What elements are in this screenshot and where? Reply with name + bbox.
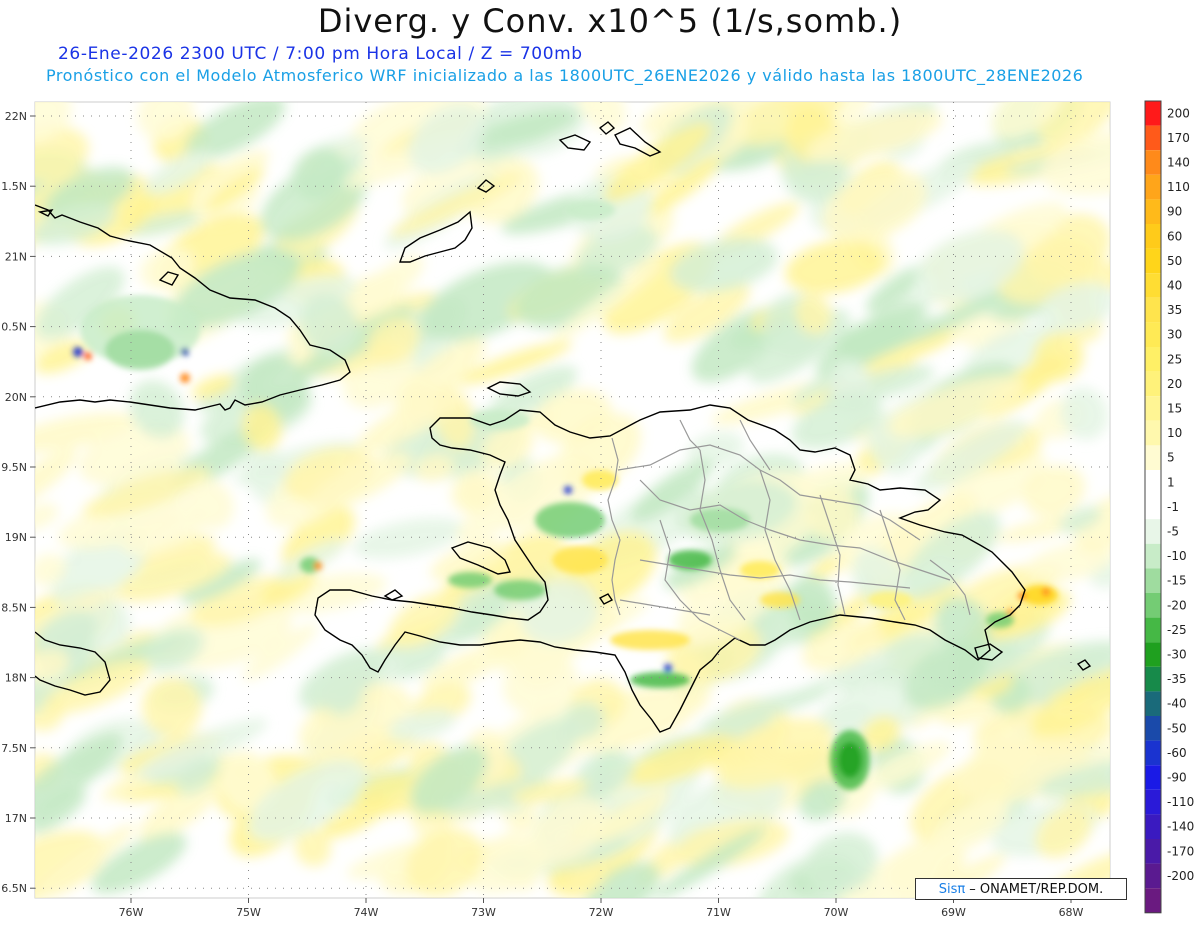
- legend-swatch: [1145, 371, 1161, 397]
- lon-label: 75W: [236, 906, 261, 919]
- legend-label: 35: [1167, 303, 1182, 317]
- legend-label: 50: [1167, 254, 1182, 268]
- legend-label: 60: [1167, 229, 1182, 243]
- legend-label: 20: [1167, 377, 1182, 391]
- legend-label: -140: [1167, 820, 1194, 834]
- legend-label: 90: [1167, 205, 1182, 219]
- legend-swatch: [1145, 322, 1161, 347]
- divergence-map: 22N 1.5N 21N 0.5N 20N 9.5N 19N 8.5N 18N 7.5N 17N 6.…: [1, 100, 1194, 919]
- legend-label: -35: [1167, 672, 1187, 686]
- legend-label: 10: [1167, 426, 1182, 440]
- legend-swatch: [1145, 740, 1161, 766]
- legend-label: -25: [1167, 623, 1187, 637]
- legend-label: -10: [1167, 549, 1187, 563]
- legend-swatch: [1145, 666, 1161, 692]
- legend-swatch: [1145, 789, 1161, 815]
- lat-label: 22N: [5, 110, 27, 123]
- lat-label: 0.5N: [1, 321, 27, 334]
- legend-swatch: [1145, 839, 1161, 864]
- lat-label: 18N: [5, 672, 27, 685]
- lat-label: 21N: [5, 250, 27, 263]
- legend-swatch: [1145, 765, 1161, 790]
- legend-label: 170: [1167, 131, 1190, 145]
- legend-swatch: [1145, 863, 1161, 889]
- legend-swatch: [1145, 199, 1161, 224]
- field-shading: [35, 102, 1110, 898]
- legend-label: -40: [1167, 697, 1187, 711]
- latitude-labels: 22N 1.5N 21N 0.5N 20N 9.5N 19N 8.5N 18N 7.5N 17N 6.…: [1, 110, 27, 895]
- sispi-logo: Sisπ: [938, 881, 966, 897]
- legend-label: -200: [1167, 869, 1194, 883]
- legend-swatch: [1145, 150, 1161, 175]
- legend-label: 25: [1167, 352, 1182, 366]
- legend-label: -15: [1167, 574, 1187, 588]
- lat-label: 19N: [5, 531, 27, 544]
- legend-swatch: [1145, 101, 1161, 126]
- legend-label: 110: [1167, 180, 1190, 194]
- lat-label: 7.5N: [1, 742, 27, 755]
- color-legend: 200 170 140 110 90 60 50 40 35 30 25 20 15 10 5 1 -1 -5 -1…: [1144, 100, 1194, 914]
- legend-label: 140: [1167, 156, 1190, 170]
- legend-swatch: [1145, 519, 1161, 544]
- legend-label: -170: [1167, 844, 1194, 858]
- legend-swatch: [1145, 617, 1161, 643]
- legend-swatch: [1145, 445, 1161, 470]
- legend-label: -1: [1167, 500, 1179, 514]
- legend-swatch: [1145, 593, 1161, 618]
- legend-swatch: [1145, 224, 1161, 249]
- legend-label: 40: [1167, 279, 1182, 293]
- legend-swatch: [1145, 888, 1161, 913]
- lon-label: 71W: [706, 906, 731, 919]
- legend-label: -20: [1167, 598, 1187, 612]
- legend-label: -90: [1167, 771, 1187, 785]
- credit-text: – ONAMET/REP.DOM.: [969, 881, 1104, 897]
- legend-label: -110: [1167, 795, 1194, 809]
- legend-swatch: [1145, 470, 1161, 495]
- legend-label: 30: [1167, 328, 1182, 342]
- legend-label: -5: [1167, 525, 1179, 539]
- lon-label: 76W: [119, 906, 144, 919]
- lon-label: 73W: [471, 906, 496, 919]
- legend-swatch: [1145, 248, 1161, 274]
- legend-label: 200: [1167, 106, 1190, 120]
- legend-label: 5: [1167, 451, 1175, 465]
- lat-label: 1.5N: [1, 180, 27, 193]
- lon-label: 74W: [354, 906, 379, 919]
- legend-label: -30: [1167, 648, 1187, 662]
- lon-label: 69W: [941, 906, 966, 919]
- credit-box: Sisπ – ONAMET/REP.DOM.: [915, 878, 1127, 900]
- legend-swatch: [1145, 814, 1161, 839]
- legend-swatch: [1145, 716, 1161, 741]
- legend-swatch: [1145, 543, 1161, 569]
- lat-label: 17N: [5, 812, 27, 825]
- legend-swatch: [1145, 273, 1161, 298]
- lat-label: 20N: [5, 391, 27, 404]
- lon-label: 70W: [824, 906, 849, 919]
- lat-label: 9.5N: [1, 461, 27, 474]
- lat-label: 6.5N: [1, 882, 27, 895]
- lat-label: 8.5N: [1, 601, 27, 614]
- legend-swatch: [1145, 420, 1161, 446]
- legend-label: 1: [1167, 475, 1175, 489]
- lon-label: 68W: [1059, 906, 1084, 919]
- legend-swatch: [1145, 125, 1161, 151]
- longitude-labels: 76W 75W 74W 73W 72W 71W 70W 69W 68W: [119, 906, 1084, 919]
- legend-swatch: [1145, 174, 1161, 200]
- legend-swatch: [1145, 494, 1161, 520]
- legend-label: 15: [1167, 402, 1182, 416]
- legend-label: -50: [1167, 721, 1187, 735]
- legend-swatch: [1145, 642, 1161, 667]
- legend-label: -60: [1167, 746, 1187, 760]
- legend-swatch: [1145, 347, 1161, 372]
- legend-swatch: [1145, 691, 1161, 716]
- legend-swatch: [1145, 568, 1161, 593]
- legend-swatch: [1145, 396, 1161, 421]
- lon-label: 72W: [589, 906, 614, 919]
- legend-swatch: [1145, 297, 1161, 323]
